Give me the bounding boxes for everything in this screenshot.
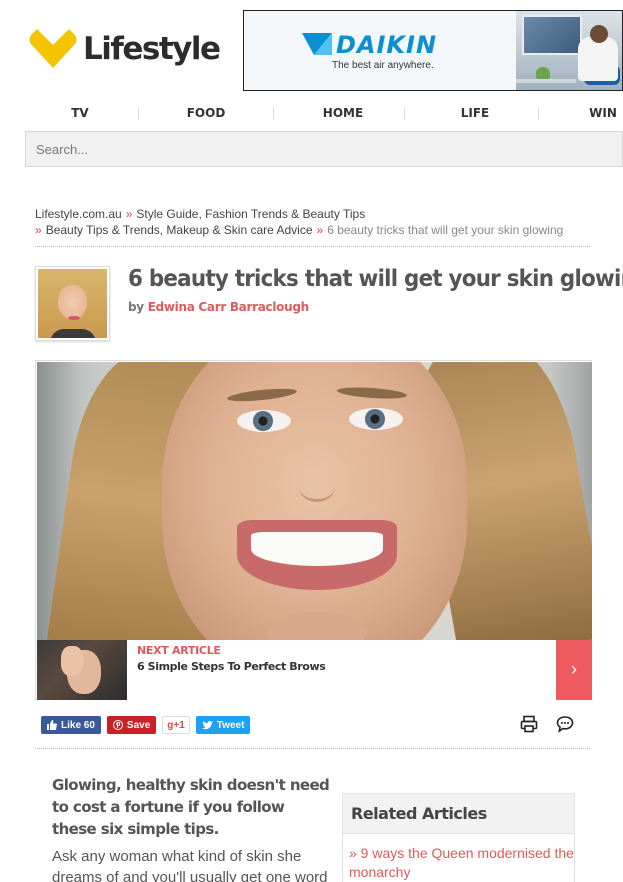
nav-item-life[interactable]: LIFE xyxy=(452,102,498,124)
search-input[interactable] xyxy=(26,132,622,166)
author-avatar[interactable] xyxy=(35,266,110,341)
article-title: 6 beauty tricks that will get your skin … xyxy=(128,266,623,292)
byline-prefix: by xyxy=(128,300,144,314)
related-article-link[interactable]: » 9 ways the Queen modernised the monarc… xyxy=(343,834,574,882)
share-buttons: Like 60 Save g+1 Tweet xyxy=(41,716,251,734)
article-tools xyxy=(520,715,574,733)
breadcrumb-separator: » xyxy=(35,223,42,237)
comment-icon[interactable] xyxy=(556,715,574,733)
tweet-button[interactable]: Tweet xyxy=(195,716,251,734)
facebook-like-button[interactable]: Like 60 xyxy=(41,716,101,734)
search-bar xyxy=(25,131,623,167)
ad-photo xyxy=(516,11,622,90)
breadcrumb-separator: » xyxy=(316,223,324,237)
divider xyxy=(35,748,590,749)
chevron-right-icon[interactable]: › xyxy=(556,640,592,700)
author-link[interactable]: Edwina Carr Barraclough xyxy=(148,300,309,314)
print-icon[interactable] xyxy=(520,715,538,733)
article-lead: Glowing, healthy skin doesn't need to co… xyxy=(52,776,330,838)
pinterest-icon xyxy=(112,720,123,730)
divider xyxy=(35,246,590,247)
google-plus-button[interactable]: g+1 xyxy=(162,716,190,734)
twitter-bird-icon xyxy=(201,720,213,729)
next-article-bar[interactable]: NEXT ARTICLE 6 Simple Steps To Perfect B… xyxy=(37,640,592,700)
hero-image xyxy=(37,362,592,640)
site-header: Lifestyle DAIKIN The best air anywhere. … xyxy=(0,0,623,120)
nav-item-food[interactable]: FOOD xyxy=(178,102,234,124)
ad-tagline: The best air anywhere. xyxy=(332,60,434,71)
site-logo[interactable]: Lifestyle xyxy=(28,28,221,70)
next-article-title[interactable]: 6 Simple Steps To Perfect Brows xyxy=(137,660,326,673)
article-body: Ask any woman what kind of skin she drea… xyxy=(52,848,328,882)
breadcrumb-beauty-tips-link[interactable]: Beauty Tips & Trends, Makeup & Skin care… xyxy=(46,223,313,237)
breadcrumb: Lifestyle.com.au» Style Guide, Fashion Tr… xyxy=(35,206,595,238)
facebook-like-label: Like 60 xyxy=(61,719,95,731)
breadcrumb-style-guide-link[interactable]: Style Guide, Fashion Trends & Beauty Tip… xyxy=(136,207,365,221)
heart-logo-icon xyxy=(29,29,77,68)
main-nav: TV FOOD HOME LIFE WIN xyxy=(0,102,623,124)
pinterest-save-label: Save xyxy=(126,719,151,731)
breadcrumb-home-link[interactable]: Lifestyle.com.au xyxy=(35,207,122,221)
next-article-label: NEXT ARTICLE xyxy=(137,644,221,657)
next-article-thumbnail[interactable] xyxy=(37,640,127,700)
breadcrumb-current: 6 beauty tricks that will get your skin … xyxy=(327,223,564,237)
nav-item-tv[interactable]: TV xyxy=(58,102,102,124)
related-articles: Related Articles » 9 ways the Queen mode… xyxy=(342,793,575,882)
nav-item-win[interactable]: WIN xyxy=(583,102,623,124)
article-byline: by Edwina Carr Barraclough xyxy=(128,300,309,314)
logo-wordmark: Lifestyle xyxy=(83,31,221,67)
nav-item-home[interactable]: HOME xyxy=(315,102,371,124)
related-articles-heading: Related Articles xyxy=(343,794,574,834)
ad-brand-name: DAIKIN xyxy=(336,31,438,59)
thumbs-up-icon xyxy=(47,720,57,730)
tweet-label: Tweet xyxy=(216,719,245,731)
daikin-logo-icon xyxy=(302,33,332,55)
hero-image-card: NEXT ARTICLE 6 Simple Steps To Perfect B… xyxy=(35,360,592,700)
pinterest-save-button[interactable]: Save xyxy=(106,716,157,734)
banner-ad[interactable]: DAIKIN The best air anywhere. xyxy=(243,10,623,91)
breadcrumb-separator: » xyxy=(125,207,133,221)
ad-brand: DAIKIN xyxy=(302,31,437,59)
